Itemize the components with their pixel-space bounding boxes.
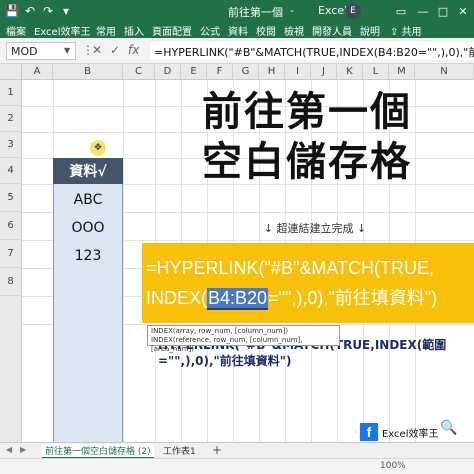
tooltip-line-array[interactable]: INDEX(array, row_num, [column_num]): [151, 327, 336, 336]
row-header-3[interactable]: 3: [0, 132, 22, 158]
ribbon-display-icon[interactable]: ▭: [392, 3, 410, 19]
column-header-m[interactable]: M: [389, 64, 415, 80]
formula-input[interactable]: =HYPERLINK("#B"&MATCH(TRUE,INDEX(B4:B20=…: [150, 42, 474, 60]
cell-b6[interactable]: OOO: [53, 214, 123, 242]
tab-data[interactable]: 資料: [228, 23, 248, 38]
ribbon-tabs: 檔案 Excel效率王 常用 插入 頁面配置 公式 資料 校閱 檢視 開發人員 …: [0, 22, 474, 38]
column-header-a[interactable]: A: [22, 64, 53, 80]
customize-quick-access-icon[interactable]: ▾: [58, 3, 74, 19]
hyperlink-done-label: ↓ 超連結建立完成 ↓: [263, 222, 367, 235]
cell-formula-preview-line2: ="",),0),"前往填資料"): [158, 354, 292, 368]
zoom-level[interactable]: 100%: [380, 461, 406, 471]
avatar[interactable]: E: [345, 3, 361, 19]
column-header-i[interactable]: I: [285, 64, 311, 80]
column-header-h[interactable]: H: [259, 64, 285, 80]
column-header-b[interactable]: B: [53, 64, 123, 80]
column-header-e[interactable]: E: [181, 64, 207, 80]
formula-banner-prefix: INDEX(: [146, 288, 208, 308]
chevron-down-icon[interactable]: ▼: [64, 46, 70, 55]
move-cursor-icon: ✥: [90, 140, 106, 156]
facebook-icon: f: [360, 423, 378, 441]
brand-name: Excel效率王: [382, 428, 439, 440]
column-header-d[interactable]: D: [155, 64, 181, 80]
formula-banner: [142, 243, 474, 323]
sheet-tab-bar: ◀ ▶ 前往第一個空白儲存格 (2) 工作表1 +: [0, 442, 474, 459]
close-icon[interactable]: ✕: [454, 3, 472, 19]
grid-line: [123, 80, 124, 442]
cell-b5[interactable]: ABC: [53, 186, 123, 214]
formula-banner-line2: INDEX(B4:B20="",),0),"前往填資料"): [146, 284, 437, 310]
add-sheet-icon[interactable]: +: [212, 443, 222, 457]
page-title-line1: 前往第一個: [202, 89, 412, 135]
cell-b7[interactable]: 123: [53, 242, 123, 270]
status-bar: 100%: [0, 458, 474, 474]
formula-banner-suffix: ="",),0),"前往填資料"): [268, 288, 438, 308]
tooltip-line-reference[interactable]: INDEX(reference, row_num, [column_num], …: [151, 336, 336, 354]
sheet-tab-first-blank[interactable]: 前往第一個空白儲存格 (2): [42, 444, 154, 459]
row-header-6[interactable]: 6: [0, 212, 22, 240]
row-header-5[interactable]: 5: [0, 184, 22, 212]
title-separator: -: [290, 4, 294, 17]
column-header-n[interactable]: N: [415, 64, 474, 80]
tab-formulas[interactable]: 公式: [200, 23, 220, 38]
tab-insert[interactable]: 插入: [124, 23, 144, 38]
tab-view[interactable]: 檢視: [284, 23, 304, 38]
tab-review[interactable]: 校閱: [256, 23, 276, 38]
redo-icon[interactable]: ↷: [40, 3, 56, 19]
column-header-c[interactable]: C: [123, 64, 155, 80]
insert-function-icon[interactable]: fx: [128, 43, 139, 57]
column-header-g[interactable]: G: [233, 64, 259, 80]
minimize-icon[interactable]: —: [414, 3, 432, 19]
row-header-8[interactable]: 8: [0, 268, 22, 296]
share-icon: ⇪: [390, 27, 402, 38]
row-header-4[interactable]: 4: [0, 158, 22, 184]
row-header-1[interactable]: 1: [0, 80, 22, 106]
prev-sheet-icon[interactable]: ◀: [6, 445, 12, 454]
tab-home[interactable]: 常用: [96, 23, 116, 38]
undo-icon[interactable]: ↶: [22, 3, 38, 19]
share-button[interactable]: ⇪ 共用: [390, 23, 422, 38]
column-header-l[interactable]: L: [363, 64, 389, 80]
maximize-icon[interactable]: □: [434, 3, 452, 19]
tab-file[interactable]: 檔案: [6, 23, 26, 38]
select-all-corner[interactable]: [0, 64, 22, 80]
tab-help[interactable]: 說明: [360, 23, 380, 38]
enter-icon[interactable]: ✓: [110, 43, 120, 57]
next-sheet-icon[interactable]: ▶: [20, 445, 26, 454]
formula-banner-line1: =HYPERLINK("#B"&MATCH(TRUE,: [146, 258, 434, 278]
function-argument-tooltip: INDEX(array, row_num, [column_num]) INDE…: [147, 325, 340, 353]
row-header-blank: [0, 296, 22, 442]
column-header-f[interactable]: F: [207, 64, 233, 80]
row-header-2[interactable]: 2: [0, 106, 22, 132]
tab-page-layout[interactable]: 頁面配置: [152, 23, 192, 38]
page-title-line2: 空白儲存格: [202, 139, 412, 185]
cell-b4-header[interactable]: 資料√: [53, 158, 123, 184]
title-bar: 💾 ↶ ↷ ▾ 前往第一個 - Excel$ E ▭ — □ ✕: [0, 0, 474, 22]
sheet-tab-sheet1[interactable]: 工作表1: [160, 444, 199, 457]
cancel-icon[interactable]: ✕: [92, 43, 102, 57]
magnifier-icon: 🔍: [440, 420, 458, 436]
window-title: 前往第一個: [228, 6, 283, 19]
formula-bar: MOD ▼ ⋮ ✕ ✓ fx =HYPERLINK("#B"&MATCH(TRU…: [0, 38, 474, 64]
share-label: 共用: [401, 27, 422, 38]
row-header-7[interactable]: 7: [0, 240, 22, 268]
save-icon[interactable]: 💾: [4, 3, 20, 19]
column-header-j[interactable]: J: [311, 64, 337, 80]
tab-excel-efficiency[interactable]: Excel效率王: [34, 23, 91, 38]
column-header-k[interactable]: K: [337, 64, 363, 80]
range-reference-highlight: B4:B20: [207, 288, 269, 310]
tab-developer[interactable]: 開發人員: [312, 23, 352, 38]
